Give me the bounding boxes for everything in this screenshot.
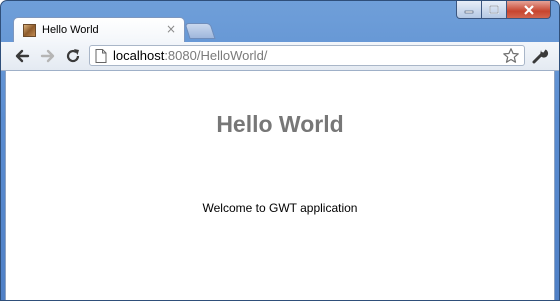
maximize-icon — [489, 5, 499, 14]
page-icon — [95, 49, 107, 63]
reload-button[interactable] — [64, 47, 82, 65]
wrench-icon[interactable] — [531, 47, 549, 65]
toolbar: localhost:8080/HelloWorld/ — [1, 42, 559, 71]
minimize-icon — [464, 10, 474, 13]
gwt-favicon-icon — [23, 24, 36, 37]
address-bar[interactable]: localhost:8080/HelloWorld/ — [89, 45, 525, 66]
page-heading: Hello World — [216, 111, 344, 137]
url-text[interactable]: localhost:8080/HelloWorld/ — [113, 48, 267, 63]
tab-title: Hello World — [42, 24, 99, 36]
back-button[interactable] — [13, 47, 31, 65]
forward-button[interactable] — [39, 47, 57, 65]
tab-close-icon[interactable]: × — [166, 22, 176, 36]
back-arrow-icon — [15, 49, 30, 63]
forward-arrow-icon — [40, 49, 55, 63]
tab-hello-world[interactable]: Hello World × — [13, 17, 185, 43]
reload-icon — [66, 49, 80, 63]
welcome-message: Welcome to GWT application — [202, 201, 358, 215]
bookmark-star-icon[interactable] — [502, 47, 520, 65]
close-icon — [523, 4, 534, 15]
url-path: :8080/HelloWorld/ — [164, 48, 268, 63]
tab-strip: Hello World × — [1, 17, 559, 43]
new-tab-button[interactable] — [184, 23, 216, 39]
page-content: Hello World Welcome to GWT application — [5, 71, 555, 300]
url-host: localhost — [113, 48, 165, 63]
browser-window: Hello World × localhost:8080/HelloWorld/… — [0, 0, 560, 301]
